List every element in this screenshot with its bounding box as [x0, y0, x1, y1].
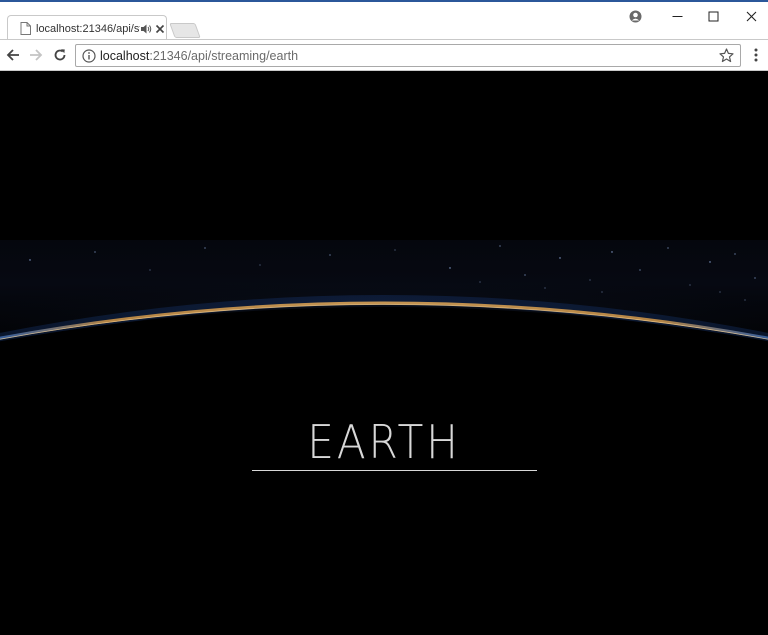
new-tab-button[interactable]	[169, 23, 201, 38]
minimize-icon	[672, 15, 682, 17]
page-icon	[20, 22, 31, 35]
tab-strip: localhost:21346/api/streaming/earth	[0, 2, 768, 41]
maximize-button[interactable]	[699, 6, 727, 26]
url-host: localhost	[100, 49, 150, 63]
page-content: EARTH	[0, 72, 768, 635]
profile-icon	[629, 10, 641, 22]
forward-button[interactable]	[27, 46, 45, 64]
browser-menu-button[interactable]	[747, 46, 765, 64]
earth-horizon-image	[0, 240, 768, 350]
window-close-button[interactable]	[737, 6, 765, 26]
address-bar[interactable]: localhost:21346/api/streaming/earth	[75, 44, 741, 67]
close-icon[interactable]	[154, 23, 166, 35]
url-text: localhost:21346/api/streaming/earth	[100, 48, 298, 64]
kebab-menu-icon	[754, 48, 758, 62]
star-icon[interactable]	[719, 48, 734, 63]
horizon-graphic	[0, 240, 768, 350]
maximize-icon	[708, 11, 718, 21]
info-icon[interactable]	[82, 49, 96, 63]
title-divider	[252, 470, 537, 471]
minimize-button[interactable]	[663, 6, 691, 26]
browser-window: localhost:21346/api/streaming/earth loca…	[0, 0, 768, 635]
video-player[interactable]: EARTH	[0, 72, 768, 635]
url-path: :21346/api/streaming/earth	[149, 49, 299, 63]
tab-active[interactable]: localhost:21346/api/streaming/earth	[7, 15, 167, 41]
video-title: EARTH	[307, 415, 461, 469]
video-subtitle	[252, 479, 537, 493]
reload-button[interactable]	[51, 46, 69, 64]
window-close-icon	[746, 11, 756, 21]
reload-icon	[54, 49, 66, 61]
back-arrow-icon	[6, 49, 19, 61]
profile-button[interactable]	[621, 6, 649, 26]
back-button[interactable]	[4, 46, 22, 64]
speaker-icon[interactable]	[140, 23, 152, 35]
forward-arrow-icon	[30, 49, 43, 61]
tab-title: localhost:21346/api/streaming/earth	[36, 23, 140, 35]
browser-toolbar: localhost:21346/api/streaming/earth	[0, 39, 768, 71]
